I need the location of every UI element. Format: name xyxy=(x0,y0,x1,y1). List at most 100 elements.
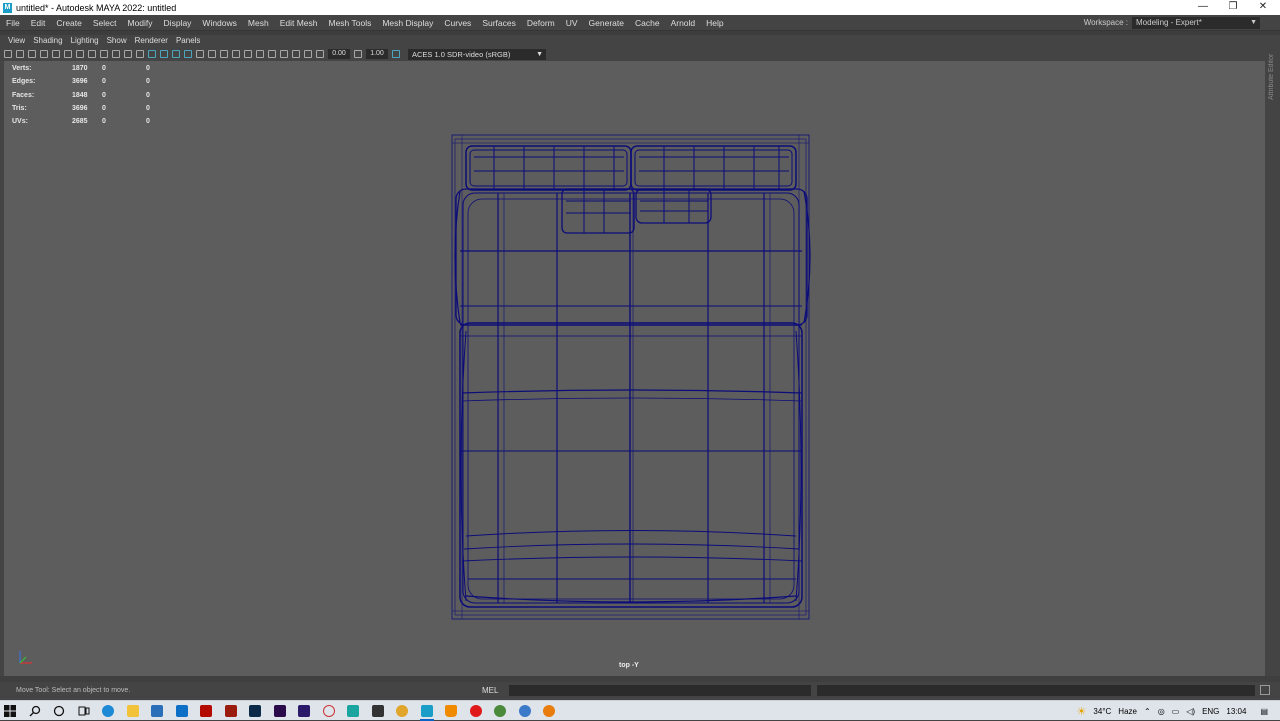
chrome-profile-icon[interactable] xyxy=(515,701,535,721)
pan-zoom-icon[interactable] xyxy=(136,50,144,58)
xray-joints-icon[interactable] xyxy=(292,50,300,58)
opera-icon[interactable] xyxy=(466,701,486,721)
3ds-icon[interactable] xyxy=(343,701,363,721)
exposure-icon[interactable] xyxy=(316,50,324,58)
wireframe-icon[interactable] xyxy=(148,50,156,58)
menu-mesh-display[interactable]: Mesh Display xyxy=(376,18,438,28)
script-editor-icon[interactable] xyxy=(1260,685,1270,695)
language-indicator[interactable]: ENG xyxy=(1202,707,1219,716)
grid-icon[interactable] xyxy=(52,50,60,58)
chevron-up-icon[interactable]: ⌃ xyxy=(1144,707,1151,716)
menu-file[interactable]: File xyxy=(0,18,25,28)
menu-uv[interactable]: UV xyxy=(560,18,583,28)
workspace-dropdown[interactable]: Modeling - Expert* ▼ xyxy=(1132,16,1260,29)
menu-cache[interactable]: Cache xyxy=(629,18,665,28)
select-camera-icon[interactable] xyxy=(4,50,12,58)
panel-menu-view[interactable]: View xyxy=(4,36,29,48)
lights-icon[interactable] xyxy=(208,50,216,58)
safe-action-icon[interactable] xyxy=(112,50,120,58)
task-view-icon[interactable] xyxy=(74,701,94,721)
photoshop-icon[interactable] xyxy=(245,701,265,721)
menu-generate[interactable]: Generate xyxy=(583,18,629,28)
weather-temp[interactable]: 34°C xyxy=(1093,707,1111,716)
color-space-dropdown[interactable]: ACES 1.0 SDR-video (sRGB) ▼ xyxy=(408,48,546,60)
menu-curves[interactable]: Curves xyxy=(438,18,476,28)
volume-icon[interactable]: ◁) xyxy=(1186,707,1195,716)
menu-deform[interactable]: Deform xyxy=(521,18,560,28)
menu-display[interactable]: Display xyxy=(158,18,197,28)
viewport-panel[interactable]: Verts: 1870 0 0 Edges: 3696 0 0 Faces: 1… xyxy=(4,61,1265,676)
xray-icon[interactable] xyxy=(184,50,192,58)
panel-menu-show[interactable]: Show xyxy=(103,36,131,48)
menu-edit[interactable]: Edit xyxy=(25,18,51,28)
mail-icon[interactable] xyxy=(172,701,192,721)
field-chart-icon[interactable] xyxy=(100,50,108,58)
menu-arnold[interactable]: Arnold xyxy=(665,18,701,28)
close-button[interactable]: ✕ xyxy=(1248,0,1278,15)
safe-title-icon[interactable] xyxy=(124,50,132,58)
attribute-editor-tab[interactable]: Attribute Editor xyxy=(1268,40,1275,100)
menu-edit-mesh[interactable]: Edit Mesh xyxy=(274,18,323,28)
vlc-icon[interactable] xyxy=(441,701,461,721)
menu-windows[interactable]: Windows xyxy=(196,18,241,28)
panel-menu-renderer[interactable]: Renderer xyxy=(131,36,172,48)
shadows-icon[interactable] xyxy=(220,50,228,58)
menu-mesh[interactable]: Mesh xyxy=(242,18,274,28)
file-explorer-icon[interactable] xyxy=(123,701,143,721)
mel-label[interactable]: MEL xyxy=(482,686,509,695)
menu-create[interactable]: Create xyxy=(50,18,87,28)
anti-aliasing-icon[interactable] xyxy=(256,50,264,58)
minimize-button[interactable]: — xyxy=(1188,0,1218,15)
weather-icon[interactable]: ☀ xyxy=(1077,705,1087,718)
maya-icon[interactable] xyxy=(417,701,437,721)
calculator-icon[interactable] xyxy=(368,701,388,721)
command-line-input[interactable] xyxy=(509,684,811,696)
bed-wireframe-model[interactable] xyxy=(4,61,1265,676)
weather-text[interactable]: Haze xyxy=(1118,707,1137,716)
search-icon[interactable] xyxy=(25,701,45,721)
menu-help[interactable]: Help xyxy=(700,18,728,28)
xray-active-icon[interactable] xyxy=(304,50,312,58)
bookmark-icon[interactable] xyxy=(28,50,36,58)
motion-blur-icon[interactable] xyxy=(244,50,252,58)
edge-icon[interactable] xyxy=(98,701,118,721)
chrome-icon[interactable] xyxy=(392,701,412,721)
resolution-gate-icon[interactable] xyxy=(76,50,84,58)
menu-modify[interactable]: Modify xyxy=(122,18,158,28)
ambient-occlusion-icon[interactable] xyxy=(232,50,240,58)
panel-menu-lighting[interactable]: Lighting xyxy=(67,36,103,48)
clock-time[interactable]: 13:04 xyxy=(1226,707,1246,716)
film-gate-icon[interactable] xyxy=(64,50,72,58)
after-effects-icon[interactable] xyxy=(294,701,314,721)
network-icon[interactable]: ◎ xyxy=(1158,707,1165,716)
menu-mesh-tools[interactable]: Mesh Tools xyxy=(323,18,377,28)
cortana-icon[interactable] xyxy=(49,701,69,721)
depth-of-field-icon[interactable] xyxy=(268,50,276,58)
smooth-shade-icon[interactable] xyxy=(160,50,168,58)
panel-menu-shading[interactable]: Shading xyxy=(29,36,66,48)
gamma-icon[interactable] xyxy=(354,50,362,58)
camera-attributes-icon[interactable] xyxy=(16,50,24,58)
exposure-field[interactable]: 0.00 xyxy=(328,49,350,59)
restore-button[interactable]: ❐ xyxy=(1218,0,1248,15)
blender-icon[interactable] xyxy=(539,701,559,721)
panel-menu-panels[interactable]: Panels xyxy=(172,36,204,48)
menu-select[interactable]: Select xyxy=(87,18,122,28)
store-icon[interactable] xyxy=(147,701,167,721)
gate-mask-icon[interactable] xyxy=(88,50,96,58)
default-material-icon[interactable] xyxy=(172,50,180,58)
attribute-editor-tab-strip[interactable] xyxy=(1265,35,1280,676)
color-management-icon[interactable] xyxy=(392,50,400,58)
isolate-select-icon[interactable] xyxy=(280,50,288,58)
recorder-icon[interactable] xyxy=(319,701,339,721)
start-icon[interactable] xyxy=(0,701,20,721)
notification-icon[interactable]: ▤ xyxy=(1260,707,1268,716)
image-plane-icon[interactable] xyxy=(40,50,48,58)
animate-icon[interactable] xyxy=(221,701,241,721)
premiere-icon[interactable] xyxy=(270,701,290,721)
battery-icon[interactable]: ▭ xyxy=(1172,707,1180,716)
acrobat-icon[interactable] xyxy=(196,701,216,721)
menu-surfaces[interactable]: Surfaces xyxy=(476,18,521,28)
textured-icon[interactable] xyxy=(196,50,204,58)
gamma-field[interactable]: 1.00 xyxy=(366,49,388,59)
